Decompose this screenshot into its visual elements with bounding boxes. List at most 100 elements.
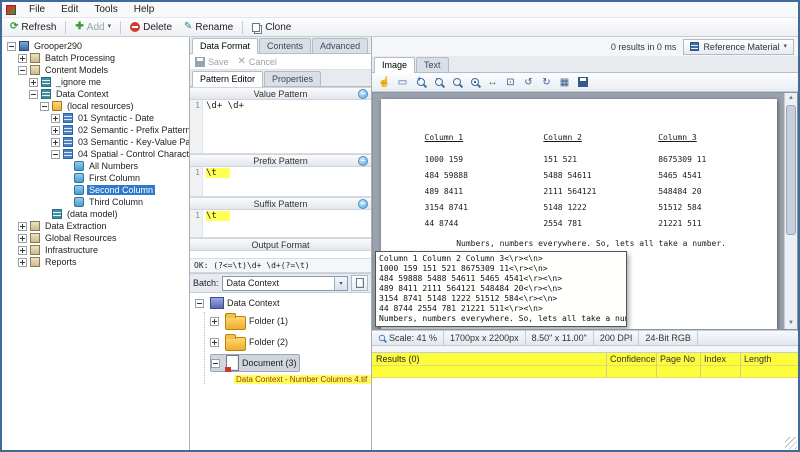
tree-item-infrastructure[interactable]: Infrastructure — [4, 244, 189, 256]
expand-icon[interactable] — [18, 54, 27, 63]
tab-text[interactable]: Text — [416, 57, 449, 72]
scroll-down-icon[interactable]: ▼ — [785, 318, 797, 329]
expand-icon[interactable] — [210, 317, 219, 326]
text-preview-overlay: Column 1 Column 2 Column 3<\r><\n> 1000 … — [375, 251, 627, 327]
status-inches: 8.50" x 11.00" — [526, 331, 594, 345]
batch-folder-item[interactable]: Folder (1) — [210, 312, 371, 330]
collapse-icon[interactable] — [18, 66, 27, 75]
collapse-icon[interactable] — [29, 90, 38, 99]
collapse-section-button[interactable]: − — [358, 89, 368, 99]
zoom-actual-icon — [471, 78, 479, 86]
tab-data-format[interactable]: Data Format — [192, 38, 258, 54]
save-button[interactable]: Save — [195, 57, 229, 67]
tab-image[interactable]: Image — [374, 57, 415, 73]
collapse-icon[interactable] — [51, 150, 60, 159]
refresh-button[interactable]: ⟳ Refresh — [7, 21, 59, 34]
fit-page-button[interactable]: ⊡ — [502, 75, 519, 90]
tab-contents[interactable]: Contents — [259, 38, 311, 53]
collapse-icon[interactable] — [195, 299, 204, 308]
expand-icon[interactable] — [18, 234, 27, 243]
rename-button[interactable]: ✎ Rename — [181, 21, 236, 34]
tree-item-local-resources[interactable]: (local resources) — [4, 100, 189, 112]
pan-button[interactable]: ☝ — [376, 75, 393, 90]
tree-item-third-column[interactable]: Third Column — [4, 196, 189, 208]
collapse-icon[interactable] — [211, 359, 220, 368]
batch-root-item[interactable]: Data Context — [195, 297, 371, 309]
scrollbar-thumb[interactable] — [786, 105, 796, 235]
scroll-up-icon[interactable]: ▲ — [785, 93, 797, 104]
menu-tools[interactable]: Tools — [87, 3, 124, 16]
batch-folder-item[interactable]: Folder (2) — [210, 333, 371, 351]
rotate-left-button[interactable]: ↺ — [520, 75, 537, 90]
batch-document-item[interactable]: Document (3) — [210, 354, 300, 372]
collapse-section-button[interactable]: − — [358, 199, 368, 209]
collapse-icon[interactable] — [40, 102, 49, 111]
tree-item-content-models[interactable]: Content Models — [4, 64, 189, 76]
resize-grip[interactable] — [785, 437, 797, 449]
tree-item-data-extraction[interactable]: Data Extraction — [4, 220, 189, 232]
batch-combo[interactable]: Data Context ▾ — [222, 276, 348, 291]
menu-file[interactable]: File — [22, 3, 52, 16]
zoom-in-button[interactable] — [412, 75, 429, 90]
expand-icon[interactable] — [18, 258, 27, 267]
zoom-out-button[interactable] — [430, 75, 447, 90]
clone-button[interactable]: Clone — [249, 21, 294, 34]
tree-item-all-numbers[interactable]: All Numbers — [4, 160, 189, 172]
zoom-window-button[interactable] — [448, 75, 465, 90]
results-column-pageno[interactable]: Page No — [656, 353, 700, 365]
tree-item-reports[interactable]: Reports — [4, 256, 189, 268]
batch-page-hit[interactable]: Data Context - Number Columns 4.tif — [234, 375, 371, 384]
results-column-confidence[interactable]: Confidence — [606, 353, 656, 365]
tab-pattern-editor[interactable]: Pattern Editor — [192, 71, 263, 87]
reference-material-button[interactable]: Reference Material ▾ — [683, 39, 794, 55]
expand-icon[interactable] — [51, 114, 60, 123]
rotate-right-button[interactable]: ↻ — [538, 75, 555, 90]
tree-item-04-spatial-control[interactable]: 04 Spatial - Control Characters — [4, 148, 189, 160]
select-button[interactable]: ▭ — [394, 75, 411, 90]
zoom-actual-button[interactable] — [466, 75, 483, 90]
chevron-down-icon[interactable]: ▾ — [334, 277, 347, 290]
tree-item-01-syntactic-date[interactable]: 01 Syntactic - Date — [4, 112, 189, 124]
collapse-section-button[interactable]: − — [358, 156, 368, 166]
expand-icon[interactable] — [51, 138, 60, 147]
expand-icon[interactable] — [210, 338, 219, 347]
tab-properties[interactable]: Properties — [264, 71, 321, 86]
image-viewer[interactable]: Column 1 Column 2 Column 3 1000 159 151 … — [372, 92, 798, 330]
tree-item-data-model[interactable]: (data model) — [4, 208, 189, 220]
tree-item-02-semantic-prefix[interactable]: 02 Semantic - Prefix Patterns — [4, 124, 189, 136]
batch-open-button[interactable] — [351, 275, 368, 291]
prefix-pattern-editor[interactable]: 1 \t — [190, 167, 371, 197]
tab-advanced[interactable]: Advanced — [312, 38, 368, 53]
chevron-down-icon: ▾ — [783, 42, 787, 52]
menu-edit[interactable]: Edit — [54, 3, 85, 16]
tree-item-grooper290[interactable]: Grooper290 — [4, 40, 189, 52]
tree-item-data-context[interactable]: Data Context — [4, 88, 189, 100]
expand-icon[interactable] — [18, 246, 27, 255]
menu-help[interactable]: Help — [127, 3, 162, 16]
tree-item-batch-processing[interactable]: Batch Processing — [4, 52, 189, 64]
results-body — [372, 378, 798, 450]
batch-label: Batch: — [193, 278, 219, 288]
thumbnails-button[interactable]: ▦ — [556, 75, 573, 90]
results-column-length[interactable]: Length — [740, 353, 798, 365]
expand-icon[interactable] — [51, 126, 60, 135]
suffix-pattern-editor[interactable]: 1 \t — [190, 210, 371, 238]
expand-icon[interactable] — [29, 78, 38, 87]
viewer-scrollbar[interactable]: ▲ ▼ — [784, 93, 797, 329]
tree-item-first-column[interactable]: First Column — [4, 172, 189, 184]
tree-item-global-resources[interactable]: Global Resources — [4, 232, 189, 244]
results-column-index[interactable]: Index — [700, 353, 740, 365]
cancel-button[interactable]: ✕ Cancel — [238, 57, 277, 67]
add-button[interactable]: ✚ Add ▾ — [72, 21, 114, 34]
tree-item-ignore-me[interactable]: _ignore me — [4, 76, 189, 88]
toolbar-separator — [65, 21, 66, 34]
fit-width-button[interactable]: ↔ — [484, 75, 501, 90]
field-icon — [74, 197, 84, 207]
tree-item-03-semantic-kvp[interactable]: 03 Semantic - Key-Value Pairs — [4, 136, 189, 148]
tree-item-second-column[interactable]: Second Column — [4, 184, 189, 196]
expand-icon[interactable] — [18, 222, 27, 231]
collapse-icon[interactable] — [7, 42, 16, 51]
value-pattern-editor[interactable]: 1 \d+ \d+ — [190, 100, 371, 154]
delete-button[interactable]: Delete — [127, 21, 175, 34]
save-image-button[interactable] — [574, 75, 591, 90]
